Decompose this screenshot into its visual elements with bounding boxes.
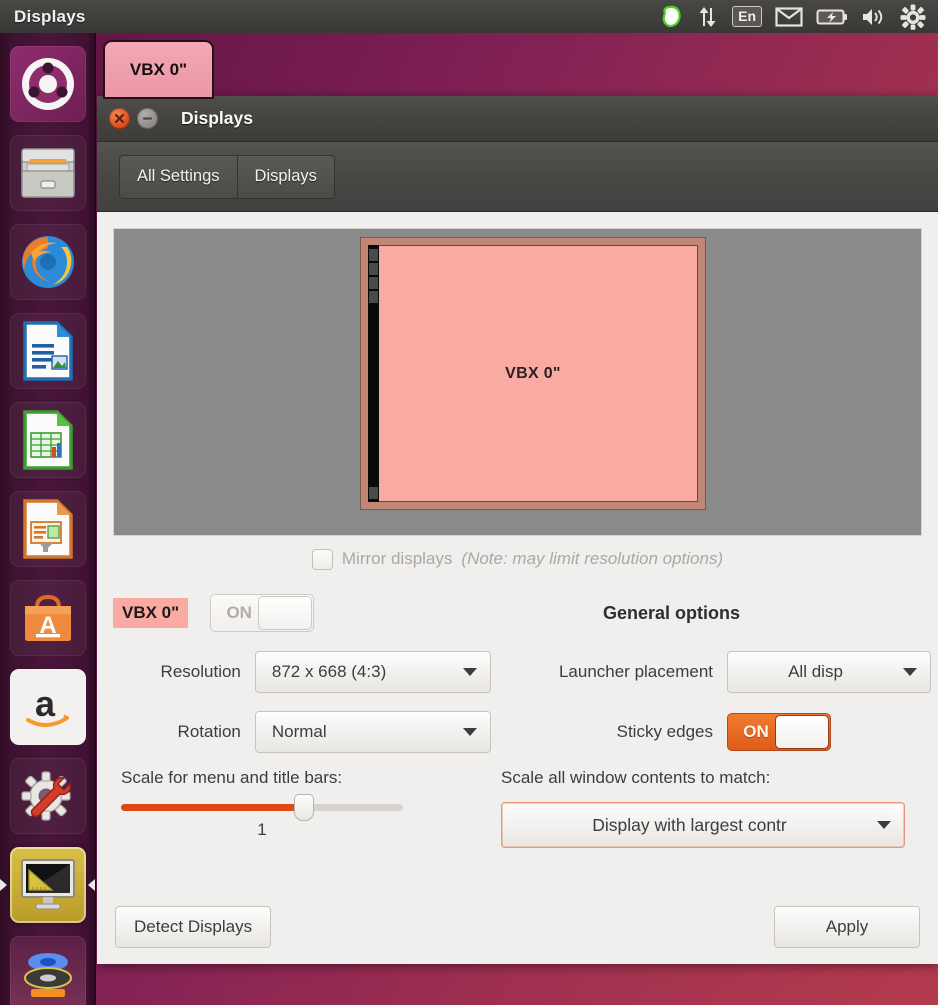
launcher-item-libreoffice-impress[interactable] (0, 484, 95, 573)
volume-icon[interactable] (861, 4, 887, 30)
scale-all-dropdown[interactable]: Display with largest contr (501, 802, 905, 848)
window-body: VBX 0" Mirror displays (Note: may limit … (97, 212, 938, 964)
launcher-item-system-settings[interactable] (0, 751, 95, 840)
chevron-down-icon (877, 821, 891, 829)
sticky-edges-row: Sticky edges ON (497, 702, 931, 762)
keyboard-layout-icon[interactable]: En (732, 4, 762, 30)
display-name-tab-label: VBX 0" (129, 59, 188, 79)
system-tray: En (660, 4, 926, 30)
strip-icon (369, 277, 378, 289)
window-titlebar[interactable]: Displays (97, 96, 938, 142)
chevron-down-icon (463, 668, 477, 676)
scale-menu-slider[interactable] (121, 794, 403, 821)
general-options-header-row: General options (497, 584, 931, 642)
launcher-placement-dropdown[interactable]: All disp (727, 651, 931, 693)
launcher-item-disc-burner[interactable] (0, 929, 95, 1005)
unity-launcher[interactable]: A a (0, 33, 96, 1005)
resolution-dropdown[interactable]: 872 x 668 (4:3) (254, 651, 491, 693)
detect-displays-button[interactable]: Detect Displays (115, 906, 272, 948)
display-header-row: VBX 0" ON (113, 584, 491, 642)
close-icon[interactable] (109, 108, 130, 129)
mirror-displays-row[interactable]: Mirror displays (Note: may limit resolut… (113, 536, 922, 582)
top-panel: Displays En (0, 0, 938, 33)
battery-icon[interactable] (816, 4, 848, 30)
launcher-placement-label: Launcher placement (558, 662, 713, 681)
launcher-placement-row: Launcher placement All disp (497, 642, 931, 702)
display-options-column: VBX 0" ON Resolution 872 x 668 (4:3) Rot… (113, 584, 491, 898)
launcher-item-ubuntu-dash[interactable] (0, 39, 95, 128)
launcher-item-displays[interactable] (0, 840, 95, 929)
apply-button[interactable]: Apply (774, 906, 920, 948)
launcher-placement-value: All disp (788, 662, 843, 681)
launcher-running-arrow-left (0, 878, 7, 891)
toggle-knob (775, 715, 829, 749)
monitor-preview[interactable]: VBX 0" (361, 238, 705, 509)
strip-icon (369, 249, 378, 261)
scale-menu-group: Scale for menu and title bars: 1 (113, 762, 491, 840)
display-name-tab[interactable]: VBX 0" (103, 40, 214, 99)
launcher-item-libreoffice-writer[interactable] (0, 306, 95, 395)
launcher-item-libreoffice-calc[interactable] (0, 395, 95, 484)
chevron-down-icon (463, 728, 477, 736)
all-settings-button[interactable]: All Settings (119, 154, 238, 199)
mirror-displays-label: Mirror displays (341, 549, 453, 568)
mirror-displays-checkbox[interactable] (311, 548, 333, 570)
scale-all-value: Display with largest contr (592, 814, 787, 835)
sticky-edges-label: Sticky edges (616, 722, 713, 741)
slider-handle[interactable] (294, 794, 315, 821)
resolution-value: 872 x 668 (4:3) (271, 662, 387, 681)
rotation-dropdown[interactable]: Normal (254, 711, 491, 753)
rotation-row: Rotation Normal (113, 702, 491, 762)
window-toolbar: All Settings Displays (97, 142, 938, 212)
keyboard-layout-label: En (732, 6, 762, 27)
rotation-value: Normal (271, 722, 327, 741)
slider-fill (121, 804, 305, 811)
strip-icon (369, 487, 378, 499)
resolution-label: Resolution (160, 662, 241, 681)
mirror-displays-note: (Note: may limit resolution options) (461, 549, 724, 568)
bluetooth-icon[interactable] (660, 4, 684, 30)
scale-all-group: Scale all window contents to match: Disp… (497, 762, 931, 848)
scale-menu-value: 1 (257, 820, 267, 839)
general-options-heading: General options (603, 602, 741, 623)
options-area: VBX 0" ON Resolution 872 x 668 (4:3) Rot… (113, 582, 931, 898)
displays-button[interactable]: Displays (236, 154, 335, 199)
strip-icon (369, 263, 378, 275)
sticky-edges-toggle[interactable]: ON (727, 713, 831, 751)
launcher-item-files[interactable] (0, 128, 95, 217)
strip-icon (369, 291, 378, 303)
monitor-screen: VBX 0" (368, 245, 698, 502)
window-action-buttons: Detect Displays Apply (113, 898, 922, 964)
scale-all-label: Scale all window contents to match: (501, 768, 771, 787)
window-title: Displays (181, 108, 253, 128)
minimize-icon[interactable] (137, 108, 158, 129)
display-name-badge: VBX 0" (113, 598, 189, 628)
chevron-down-icon (903, 668, 917, 676)
monitor-arrangement-area[interactable]: VBX 0" (113, 228, 922, 536)
displays-window: Displays All Settings Displays VBX 0" Mi… (97, 96, 938, 964)
resolution-row: Resolution 872 x 668 (4:3) (113, 642, 491, 702)
network-updown-icon[interactable] (697, 4, 719, 30)
general-options-column: General options Launcher placement All d… (497, 584, 931, 898)
scale-menu-label: Scale for menu and title bars: (121, 768, 343, 787)
mail-icon[interactable] (775, 4, 803, 30)
gear-icon[interactable] (900, 4, 926, 30)
monitor-preview-label: VBX 0" (505, 364, 561, 382)
monitor-launcher-strip (368, 245, 379, 502)
launcher-focused-arrow-right (88, 878, 95, 891)
display-enabled-toggle[interactable]: ON (210, 594, 315, 632)
launcher-item-amazon[interactable]: a (0, 662, 95, 751)
svg-text:a: a (35, 683, 56, 724)
panel-app-title[interactable]: Displays (14, 7, 86, 27)
launcher-item-ubuntu-software-center[interactable]: A (0, 573, 95, 662)
launcher-item-firefox[interactable] (0, 217, 95, 306)
toggle-knob (258, 596, 313, 630)
rotation-label: Rotation (177, 722, 241, 741)
